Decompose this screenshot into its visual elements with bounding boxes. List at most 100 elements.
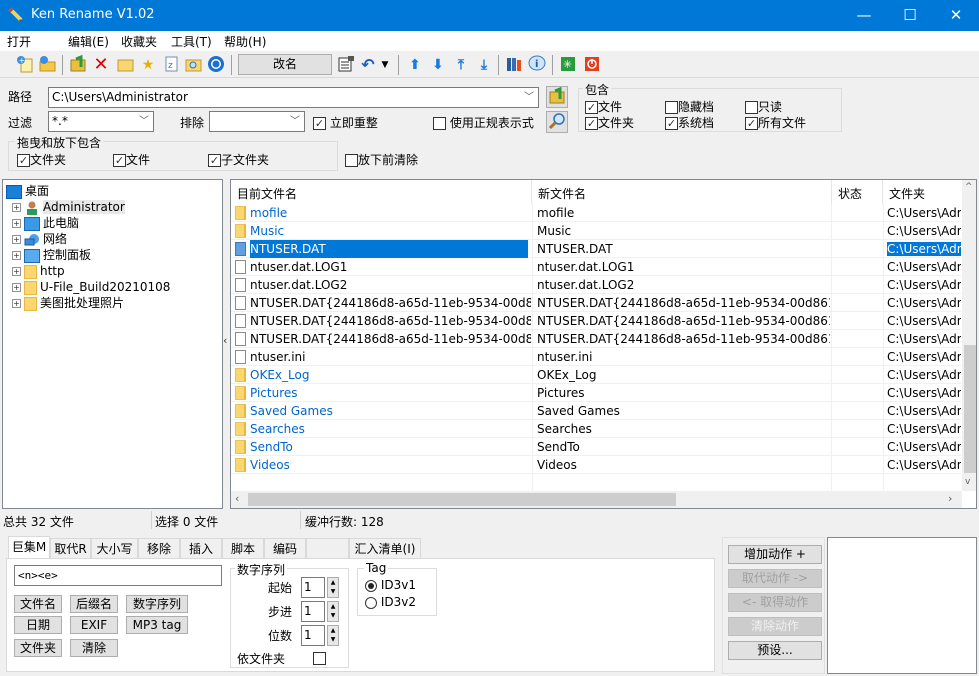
tree-item[interactable]: + 控制面板 <box>12 247 91 263</box>
move-down-icon[interactable]: ⬇ <box>428 55 448 75</box>
file-row[interactable]: NTUSER.DAT{244186d8-a65d-11eb-9534-00d86… <box>231 330 961 348</box>
tree-item[interactable]: + 网络 <box>12 231 67 247</box>
tree-root-desktop[interactable]: 桌面 <box>6 183 49 199</box>
folder-tree[interactable]: 桌面 + Administrator + 此电脑 + 网络 + 控制面板 + http +… <box>2 179 223 509</box>
checkbox-checked[interactable]: ✓ <box>113 154 126 167</box>
sequence-digits-input[interactable]: 1 <box>301 625 325 646</box>
tab-script[interactable]: 脚本 <box>222 538 264 558</box>
file-row[interactable]: mofile mofile C:\Users\Adm <box>231 204 961 222</box>
expand-icon[interactable]: + <box>12 219 21 228</box>
power-icon[interactable] <box>582 55 602 75</box>
macro-mp3tag-button[interactable]: MP3 tag <box>126 616 188 634</box>
dragdrop-subfolders-checkbox[interactable]: ✓ 子文件夹 <box>208 151 269 168</box>
chevron-down-icon[interactable]: ﹀ <box>139 112 149 131</box>
checkbox-unchecked[interactable] <box>745 101 758 114</box>
menu-tools[interactable]: 工具(T) <box>171 33 212 50</box>
checkbox-checked[interactable]: ✓ <box>745 117 758 130</box>
checkbox-checked[interactable]: ✓ <box>665 117 678 130</box>
preset-button[interactable]: 预设... <box>728 641 822 660</box>
sequence-digits-spinner[interactable]: ▲ ▼ <box>327 625 339 646</box>
tree-item[interactable]: + http <box>12 263 65 279</box>
radio-unselected[interactable] <box>365 596 377 609</box>
new-folder-icon[interactable] <box>37 55 57 75</box>
vertical-scroll-thumb[interactable] <box>964 345 976 473</box>
expand-icon[interactable]: + <box>12 299 21 308</box>
file-row[interactable]: Music Music C:\Users\Adm <box>231 222 961 240</box>
file-row[interactable]: SendTo SendTo C:\Users\Adm <box>231 438 961 456</box>
expand-icon[interactable]: + <box>12 251 21 260</box>
file-row[interactable]: OKEx_Log OKEx_Log C:\Users\Adm <box>231 366 961 384</box>
sequence-step-input[interactable]: 1 <box>301 601 325 622</box>
instant-reorg-checkbox[interactable]: ✓ 立即重整 <box>313 114 378 131</box>
macro-exif-button[interactable]: EXIF <box>70 616 118 634</box>
stop-icon[interactable] <box>206 55 226 75</box>
include-readonly-checkbox[interactable]: 只读 <box>745 98 782 115</box>
dragdrop-files-checkbox[interactable]: ✓ 文件 <box>113 151 150 168</box>
file-list[interactable]: ^ 目前文件名 新文件名 状态 文件夹 mofile mofile C:\Users… <box>230 179 977 509</box>
undo-dropdown-icon[interactable]: ▼ <box>378 55 392 75</box>
tab-case[interactable]: 大小写 <box>91 538 138 558</box>
sequence-start-spinner[interactable]: ▲ ▼ <box>327 577 339 598</box>
file-row[interactable]: Saved Games Saved Games C:\Users\Adm <box>231 402 961 420</box>
column-header-folder[interactable]: 文件夹 <box>883 180 962 204</box>
tab-remove[interactable]: 移除 <box>138 538 180 558</box>
checkbox-checked[interactable]: ✓ <box>313 117 326 130</box>
open-folder-icon[interactable] <box>115 55 135 75</box>
macro-pattern-input[interactable]: <n><e> <box>14 565 222 586</box>
clear-before-drop-checkbox[interactable]: 放下前清除 <box>345 151 418 168</box>
file-row[interactable]: ntuser.dat.LOG2 ntuser.dat.LOG2 C:\Users\A… <box>231 276 961 294</box>
reload-file-icon[interactable]: z <box>161 55 181 75</box>
tab-macro[interactable]: 巨集M <box>8 536 50 560</box>
move-bottom-icon[interactable]: ⤓ <box>474 55 494 75</box>
panel-splitter[interactable]: ‹ <box>223 179 230 509</box>
close-button[interactable]: ✕ <box>933 0 979 31</box>
checkbox-unchecked[interactable] <box>665 101 678 114</box>
info-icon[interactable]: i <box>527 55 547 75</box>
file-row[interactable]: ntuser.dat.LOG1 ntuser.dat.LOG1 C:\Users\A… <box>231 258 961 276</box>
chevron-down-icon[interactable]: ﹀ <box>290 112 300 131</box>
move-up-icon[interactable]: ⬆ <box>405 55 425 75</box>
green-star-icon[interactable]: ✳ <box>558 55 578 75</box>
scroll-left-icon[interactable]: ‹ <box>235 492 239 505</box>
file-row[interactable]: NTUSER.DAT{244186d8-a65d-11eb-9534-00d86… <box>231 294 961 312</box>
tab-replace[interactable]: 取代R <box>50 538 91 558</box>
tab-import-list[interactable]: 汇入清单(I) <box>349 538 421 558</box>
minimize-button[interactable]: — <box>841 0 887 31</box>
menu-edit[interactable]: 编辑(E) <box>68 33 109 50</box>
checkbox-checked[interactable]: ✓ <box>585 101 598 114</box>
radio-selected[interactable] <box>365 579 377 592</box>
get-action-button[interactable]: <- 取得动作 <box>728 593 822 612</box>
menu-open[interactable]: 打开 <box>7 33 31 50</box>
macro-extension-button[interactable]: 后缀名 <box>70 595 118 613</box>
checkbox-checked[interactable]: ✓ <box>585 117 598 130</box>
exclude-combobox[interactable]: ﹀ <box>209 111 305 132</box>
path-combobox[interactable]: C:\Users\Administrator ﹀ <box>48 87 539 108</box>
action-list[interactable] <box>827 537 977 674</box>
tab-blank[interactable] <box>306 538 349 558</box>
tree-item[interactable]: + 美图批处理照片 <box>12 295 124 311</box>
chevron-down-icon[interactable]: ﹀ <box>524 88 534 107</box>
search-button[interactable] <box>546 111 568 133</box>
include-files-checkbox[interactable]: ✓ 文件 <box>585 98 622 115</box>
column-header-current-name[interactable]: 目前文件名 <box>231 180 532 204</box>
expand-icon[interactable]: + <box>12 283 21 292</box>
dragdrop-folders-checkbox[interactable]: ✓ 文件夹 <box>17 151 66 168</box>
expand-icon[interactable]: + <box>12 267 21 276</box>
checkbox-unchecked[interactable] <box>345 154 358 167</box>
macro-clear-button[interactable]: 清除 <box>70 639 118 657</box>
include-system-checkbox[interactable]: ✓ 系统档 <box>665 114 714 131</box>
add-favorite-icon[interactable]: ★ <box>138 55 158 75</box>
tab-encoding[interactable]: 编码 <box>264 538 306 558</box>
column-header-status[interactable]: 状态 <box>832 180 883 204</box>
file-row[interactable]: Searches Searches C:\Users\Adm <box>231 420 961 438</box>
tab-insert[interactable]: 插入 <box>180 538 222 558</box>
tree-item[interactable]: + U-File_Build20210108 <box>12 279 170 295</box>
expand-icon[interactable]: + <box>12 235 21 244</box>
maximize-button[interactable]: ☐ <box>887 0 933 31</box>
macro-folder-button[interactable]: 文件夹 <box>14 639 62 657</box>
include-all-checkbox[interactable]: ✓ 所有文件 <box>745 114 806 131</box>
move-top-icon[interactable]: ⤒ <box>451 55 471 75</box>
checkbox-checked[interactable]: ✓ <box>17 154 30 167</box>
horizontal-scrollbar[interactable]: ‹ › <box>231 491 962 508</box>
add-action-button[interactable]: 增加动作 + <box>728 545 822 564</box>
